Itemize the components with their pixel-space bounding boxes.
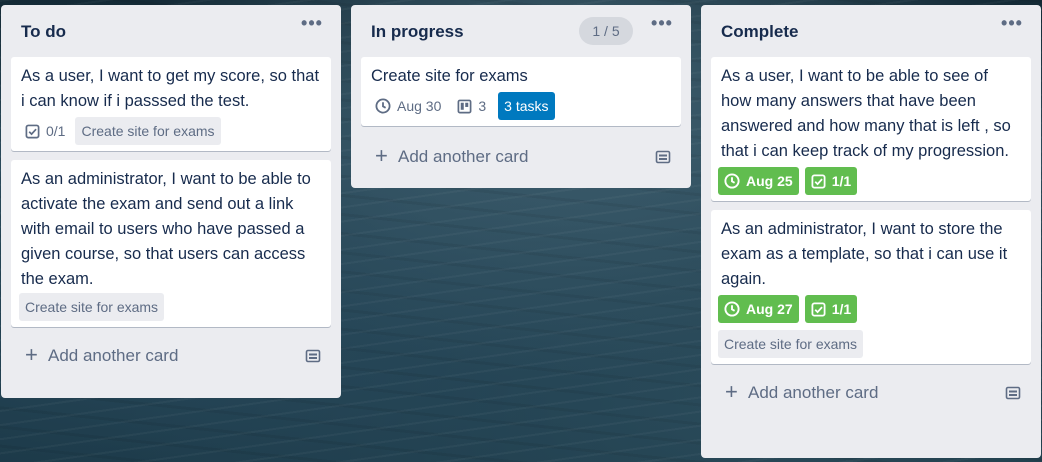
card-badges: Aug 27 1/1: [718, 295, 1021, 323]
list-header: Complete •••: [711, 5, 1031, 57]
due-date: Aug 25: [746, 173, 793, 189]
card-badges: Aug 30 3 3 tasks: [371, 92, 671, 120]
checkbox-icon: [811, 302, 826, 316]
add-another-card-button[interactable]: + Add another card: [711, 373, 1031, 415]
list-to-do: To do ••• As a user, I want to get my sc…: [1, 5, 341, 398]
list-title[interactable]: In progress: [371, 22, 464, 42]
checklist-complete-badge: 1/1: [804, 167, 858, 195]
clock-icon: [724, 173, 740, 189]
card-title: As an administrator, I want to store the…: [721, 220, 1008, 288]
due-date-complete-badge: Aug 27: [718, 295, 799, 323]
checklist-count: 1/1: [831, 173, 852, 189]
checklist-badge: 0/1: [21, 117, 69, 145]
list-title[interactable]: Complete: [721, 22, 798, 42]
checklist-count: 1/1: [831, 301, 852, 317]
clock-icon: [724, 301, 740, 317]
wip-limit-badge: 1 / 5: [579, 17, 633, 45]
add-card-label: Add another card: [398, 147, 529, 166]
add-card-label: Add another card: [748, 383, 879, 402]
list-menu-ellipsis-icon[interactable]: •••: [999, 14, 1025, 37]
card-labels: Create site for exams: [718, 330, 1021, 358]
card-title: As a user, I want to be able to see of h…: [721, 67, 1011, 160]
card-template-icon[interactable]: [655, 149, 671, 165]
add-another-card-button[interactable]: + Add another card: [11, 336, 331, 378]
list-menu-ellipsis-icon[interactable]: •••: [299, 14, 325, 37]
card-template-icon[interactable]: [305, 348, 321, 364]
list-title[interactable]: To do: [21, 22, 66, 42]
checklist-count: 0/1: [46, 123, 66, 139]
tasks-badge: 3 tasks: [498, 92, 555, 120]
clock-icon: [375, 98, 391, 114]
plus-icon: +: [25, 342, 38, 367]
list-header: In progress 1 / 5 •••: [361, 5, 681, 57]
card[interactable]: As a user, I want to get my score, so th…: [11, 57, 331, 151]
card-title: As an administrator, I want to be able t…: [21, 170, 311, 288]
add-another-card-button[interactable]: + Add another card: [361, 137, 681, 179]
card-badges: Create site for exams: [19, 293, 321, 321]
card-badges: Aug 25 1/1: [718, 167, 1021, 195]
card[interactable]: As an administrator, I want to store the…: [711, 210, 1031, 364]
child-card-count: 3: [478, 98, 487, 114]
due-date-complete-badge: Aug 25: [718, 167, 799, 195]
plus-icon: +: [375, 143, 388, 168]
list-complete: Complete ••• As a user, I want to be abl…: [701, 5, 1041, 458]
card-label: Create site for exams: [718, 330, 864, 358]
card-title: As a user, I want to get my score, so th…: [21, 67, 320, 110]
card-template-icon[interactable]: [1005, 385, 1021, 401]
card-badges: 0/1 Create site for exams: [21, 117, 321, 145]
card-title: Create site for exams: [371, 67, 528, 85]
list-in-progress: In progress 1 / 5 ••• Create site for ex…: [351, 5, 691, 188]
card[interactable]: Create site for exams Aug 30 3 3 tasks: [361, 57, 681, 126]
checkbox-icon: [25, 124, 40, 138]
list-header: To do •••: [11, 5, 331, 57]
due-date-badge: Aug 30: [371, 92, 445, 120]
due-date: Aug 30: [397, 98, 442, 114]
plus-icon: +: [725, 379, 738, 404]
card[interactable]: As an administrator, I want to be able t…: [11, 160, 331, 327]
add-card-label: Add another card: [48, 346, 179, 365]
card-label: Create site for exams: [75, 117, 221, 145]
checklist-complete-badge: 1/1: [804, 295, 858, 323]
checkbox-icon: [811, 174, 826, 188]
list-menu-ellipsis-icon[interactable]: •••: [649, 14, 675, 37]
due-date: Aug 27: [746, 301, 793, 317]
child-cards-badge: 3: [453, 92, 490, 120]
card-label: Create site for exams: [19, 293, 165, 321]
board-icon: [457, 99, 472, 113]
card[interactable]: As a user, I want to be able to see of h…: [711, 57, 1031, 201]
